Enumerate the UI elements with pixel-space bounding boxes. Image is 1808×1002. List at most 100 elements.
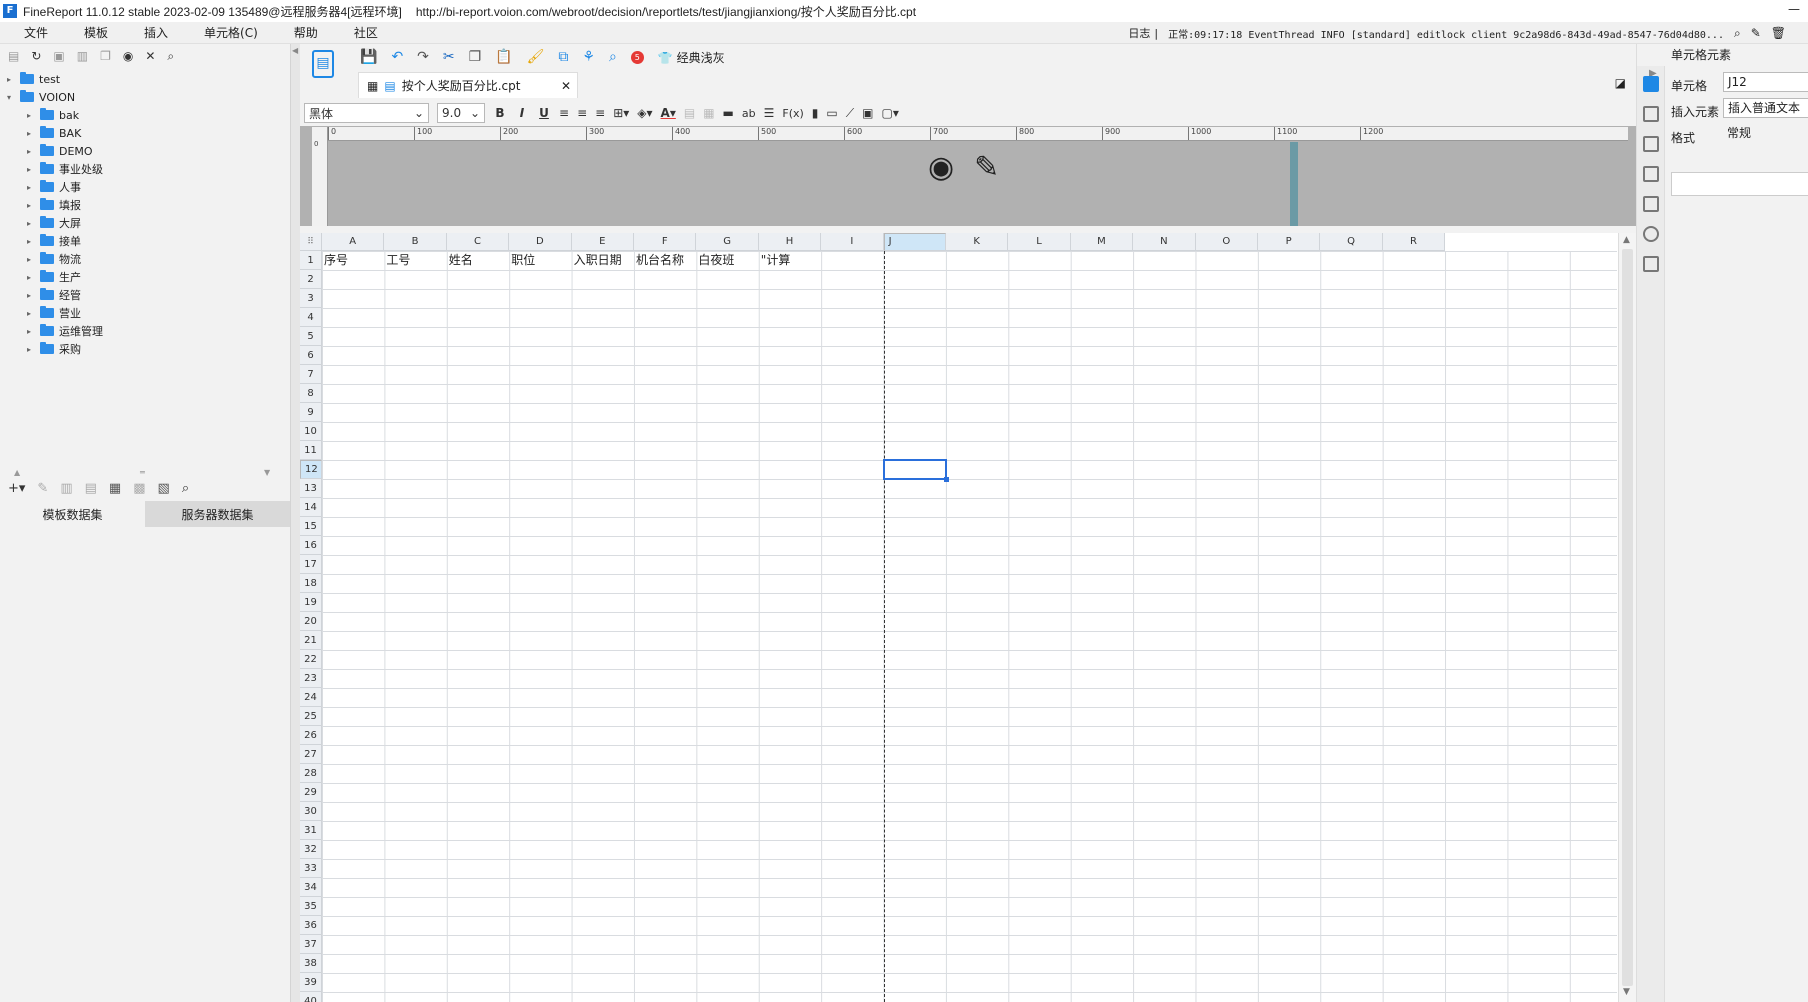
dataset-copy-icon[interactable]: ▩ — [133, 481, 145, 496]
cell-g1[interactable]: 白夜班 — [696, 251, 758, 270]
cell-area[interactable] — [322, 251, 1617, 1002]
cell-b1[interactable]: 工号 — [384, 251, 446, 270]
paste-icon[interactable]: 📋 — [495, 49, 512, 65]
row-header-10[interactable]: 10 — [300, 422, 322, 441]
search-icon[interactable]: ⌕ — [167, 49, 174, 64]
unmerge-icon[interactable]: ▦ — [703, 106, 714, 120]
plugin-icon[interactable]: ⚘ — [582, 49, 595, 65]
collapse-up-icon[interactable]: ▲ — [14, 468, 20, 477]
active-cell-j12[interactable] — [882, 459, 947, 480]
expand-arrow-icon[interactable]: ▸ — [24, 219, 34, 228]
edit-icon[interactable]: ✎ — [1751, 26, 1761, 41]
menu-template[interactable]: 模板 — [66, 24, 126, 41]
image-icon[interactable]: ▭ — [826, 106, 837, 120]
undo-icon[interactable]: ↶ — [391, 49, 403, 65]
file-tab[interactable]: ▦ ▤ 按个人奖励百分比.cpt ✕ — [358, 72, 578, 98]
menu-help[interactable]: 帮助 — [276, 24, 336, 41]
search-icon[interactable]: ⌕ — [182, 481, 189, 496]
theme-button[interactable]: 👕 经典浅灰 — [658, 49, 725, 66]
widget-icon[interactable] — [1643, 136, 1659, 152]
column-header-e[interactable]: E — [571, 233, 634, 251]
tree-item-hr[interactable]: ▸ 人事 — [0, 178, 290, 196]
row-header-24[interactable]: 24 — [300, 688, 322, 707]
row-header-16[interactable]: 16 — [300, 536, 322, 555]
paragraph-icon[interactable]: ☰ — [764, 106, 775, 120]
export-icon[interactable] — [1643, 256, 1659, 272]
align-left-icon[interactable]: ≡ — [559, 106, 569, 120]
expand-arrow-icon[interactable]: ▸ — [24, 309, 34, 318]
row-header-4[interactable]: 4 — [300, 308, 322, 327]
edit-pencil-icon[interactable]: ✎ — [974, 150, 999, 185]
cell-field[interactable]: J12 — [1723, 72, 1808, 92]
row-header-37[interactable]: 37 — [300, 935, 322, 954]
locate-icon[interactable]: ◉ — [123, 49, 133, 63]
column-header-k[interactable]: K — [946, 233, 1009, 251]
format-painter-icon[interactable]: 🖌 — [527, 49, 545, 65]
vertical-scrollbar[interactable]: ▲ ▼ — [1618, 233, 1636, 1002]
expand-arrow-icon[interactable]: ▸ — [24, 129, 34, 138]
tree-item-bigscreen[interactable]: ▸ 大屏 — [0, 214, 290, 232]
row-header-30[interactable]: 30 — [300, 802, 322, 821]
row-header-3[interactable]: 3 — [300, 289, 322, 308]
column-header-n[interactable]: N — [1133, 233, 1196, 251]
column-header-o[interactable]: O — [1195, 233, 1258, 251]
add-dataset-icon[interactable]: +▾ — [8, 481, 25, 496]
copy-icon[interactable]: ❐ — [100, 49, 111, 63]
merge-icon[interactable]: ▤ — [684, 106, 695, 120]
row-header-40[interactable]: 40 — [300, 992, 322, 1002]
expand-arrow-icon[interactable]: ▸ — [24, 327, 34, 336]
collapse-left-icon[interactable]: ◀ — [292, 46, 298, 55]
cell-content-editor[interactable] — [1671, 172, 1808, 196]
align-center-icon[interactable]: ≡ — [577, 106, 587, 120]
notification-badge[interactable]: 5 — [630, 50, 644, 64]
column-header-j[interactable]: J — [883, 233, 946, 251]
wrap-text-button[interactable]: ab — [742, 107, 756, 120]
filter-icon[interactable] — [1643, 196, 1659, 212]
chart-icon[interactable]: ▮ — [812, 106, 819, 120]
delete-icon[interactable]: ▥ — [77, 49, 88, 63]
tree-item-management[interactable]: ▸ 经管 — [0, 286, 290, 304]
lock-icon[interactable]: ▣ — [53, 49, 64, 63]
underline-button[interactable]: U — [537, 106, 551, 120]
tree-item-logistics[interactable]: ▸ 物流 — [0, 250, 290, 268]
row-header-7[interactable]: 7 — [300, 365, 322, 384]
align-right-icon[interactable]: ≡ — [595, 106, 605, 120]
row-header-26[interactable]: 26 — [300, 726, 322, 745]
menu-cell[interactable]: 单元格(C) — [186, 24, 276, 41]
row-header-20[interactable]: 20 — [300, 612, 322, 631]
scroll-thumb[interactable] — [1622, 249, 1633, 986]
collapse-down-icon[interactable]: ▼ — [264, 468, 270, 477]
cell-d1[interactable]: 职位 — [509, 251, 571, 270]
cell-h1[interactable]: "计算 — [759, 251, 821, 270]
expand-arrow-icon[interactable]: ▸ — [24, 255, 34, 264]
row-header-2[interactable]: 2 — [300, 270, 322, 289]
redo-icon[interactable]: ↷ — [417, 49, 429, 65]
tree-item-purchase[interactable]: ▸ 采购 — [0, 340, 290, 358]
expand-arrow-icon[interactable]: ▸ — [4, 75, 14, 84]
expand-arrow-icon[interactable]: ▸ — [24, 165, 34, 174]
cell-element-icon[interactable] — [1643, 76, 1659, 92]
row-header-22[interactable]: 22 — [300, 650, 322, 669]
copy-icon[interactable]: ❐ — [469, 49, 482, 65]
row-header-34[interactable]: 34 — [300, 878, 322, 897]
drag-handle-icon[interactable]: ═ — [140, 468, 145, 477]
row-header-13[interactable]: 13 — [300, 479, 322, 498]
hyperlink-icon[interactable] — [1643, 226, 1659, 242]
collapse-icon[interactable]: ✕ — [145, 49, 155, 63]
delete-icon[interactable]: 🗑 — [1771, 26, 1786, 41]
search-icon[interactable]: ⌕ — [1734, 26, 1741, 41]
row-header-35[interactable]: 35 — [300, 897, 322, 916]
row-header-21[interactable]: 21 — [300, 631, 322, 650]
border-icon[interactable]: ⊞▾ — [613, 106, 629, 120]
expand-arrow-icon[interactable]: ▸ — [24, 183, 34, 192]
row-header-31[interactable]: 31 — [300, 821, 322, 840]
font-color-icon[interactable]: A▾ — [661, 106, 676, 120]
font-family-select[interactable]: 黑体 ⌄ — [304, 103, 429, 123]
row-header-9[interactable]: 9 — [300, 403, 322, 422]
dataset-edit-icon[interactable]: ▦ — [109, 481, 121, 496]
expand-arrow-icon[interactable]: ▸ — [24, 345, 34, 354]
row-header-29[interactable]: 29 — [300, 783, 322, 802]
refresh-icon[interactable]: ↻ — [31, 49, 41, 63]
tab-menu-icon[interactable]: ◪ — [1615, 76, 1626, 90]
minimize-icon[interactable]: — — [1788, 2, 1800, 16]
